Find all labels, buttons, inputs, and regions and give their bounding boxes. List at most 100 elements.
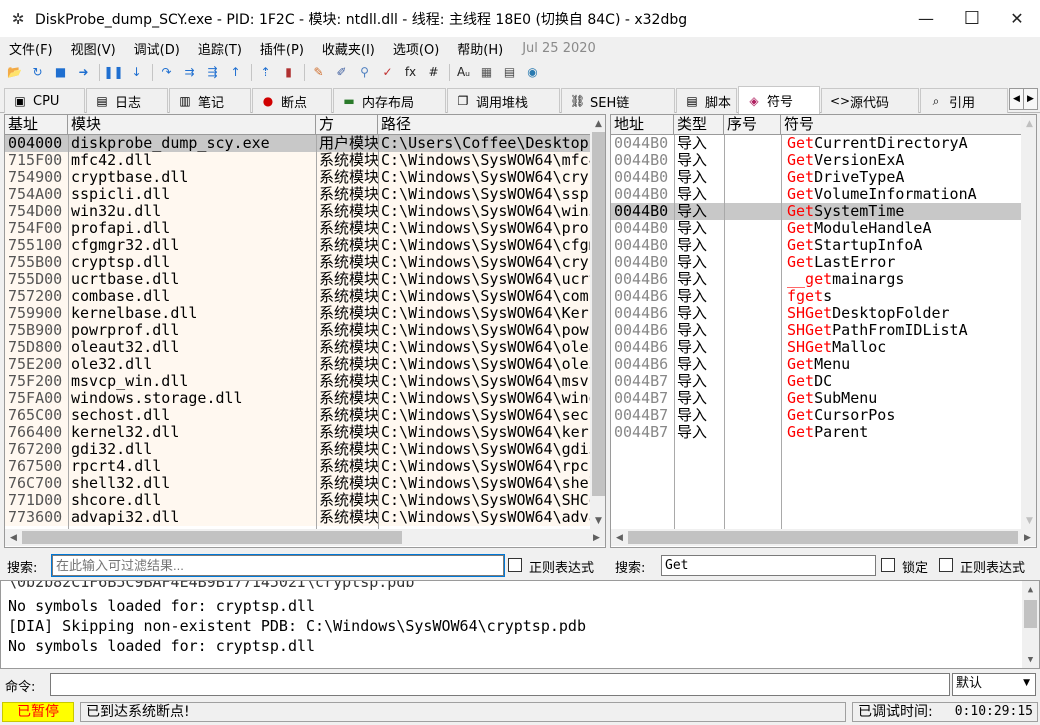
patch-icon[interactable]: ✎	[308, 62, 329, 82]
tab-log[interactable]: ▤ 日志	[86, 88, 168, 113]
close-button[interactable]: ✕	[994, 0, 1040, 37]
table-row[interactable]: 755100 cfgmgr32.dll 系统模块 C:\Windows\SysWOW6…	[5, 237, 590, 254]
table-row[interactable]: 754900 cryptbase.dll 系统模块 C:\Windows\SysWOW…	[5, 169, 590, 186]
table-row[interactable]: 0044B7 导入 GetSubMenu	[611, 390, 1021, 407]
menu-item-2[interactable]: 调试(D)	[125, 39, 189, 58]
column-header-ordinal[interactable]: 序号	[724, 115, 781, 135]
table-row[interactable]: 0044B6 导入 fgets	[611, 288, 1021, 305]
table-row[interactable]: 0044B0 导入 GetDriveTypeA	[611, 169, 1021, 186]
tab-notes[interactable]: ▥ 笔记	[169, 88, 251, 113]
symbol-search-input[interactable]: Get	[661, 555, 876, 576]
scylla-icon[interactable]: ▮	[278, 62, 299, 82]
table-row[interactable]: 0044B7 导入 GetDC	[611, 373, 1021, 390]
table-row[interactable]: 766400 kernel32.dll 系统模块 C:\Windows\SysWOW6…	[5, 424, 590, 441]
table-row[interactable]: 76C700 shell32.dll 系统模块 C:\Windows\SysWOW64…	[5, 475, 590, 492]
table-row[interactable]: 0044B6 导入 __getmainargs	[611, 271, 1021, 288]
table-row[interactable]: 0044B6 导入 SHGetDesktopFolder	[611, 305, 1021, 322]
step-over-icon[interactable]: ↷	[156, 62, 177, 82]
tab-references[interactable]: ⌕ 引用	[920, 88, 1008, 113]
symbols-vertical-scrollbar[interactable]: ▲ ▼	[1021, 115, 1036, 529]
symbol-regex-checkbox[interactable]	[939, 558, 953, 572]
table-row[interactable]: 75D800 oleaut32.dll 系统模块 C:\Windows\SysWOW6…	[5, 339, 590, 356]
font-icon[interactable]: Aᵤ	[453, 62, 474, 82]
scroll-up-icon[interactable]: ▲	[1022, 581, 1039, 598]
label-icon[interactable]: ⚲	[354, 62, 375, 82]
scroll-thumb[interactable]	[1024, 600, 1037, 628]
execute-till-return-icon[interactable]: ↑	[225, 62, 246, 82]
table-row[interactable]: 773600 advapi32.dll 系统模块 C:\Windows\SysWOW6…	[5, 509, 590, 526]
hash-icon[interactable]: #	[423, 62, 444, 82]
column-header-module[interactable]: 模块	[68, 115, 316, 135]
scroll-left-icon[interactable]: ◀	[5, 529, 22, 546]
table-row[interactable]: 0044B0 导入 GetStartupInfoA	[611, 237, 1021, 254]
tab-call-stack[interactable]: ❐ 调用堆栈	[447, 88, 560, 113]
module-regex-checkbox[interactable]	[508, 558, 522, 572]
log-vertical-scrollbar[interactable]: ▲ ▼	[1022, 581, 1039, 668]
scroll-down-icon[interactable]: ▼	[1021, 512, 1036, 529]
scroll-right-icon[interactable]: ▶	[1019, 529, 1036, 546]
restart-icon[interactable]: ↻	[27, 62, 48, 82]
column-header-address[interactable]: 地址	[611, 115, 674, 135]
table-row[interactable]: 0044B0 导入 GetCurrentDirectoryA	[611, 135, 1021, 152]
table-row[interactable]: 75B900 powrprof.dll 系统模块 C:\Windows\SysWOW6…	[5, 322, 590, 339]
tab-symbols[interactable]: ◈ 符号	[738, 86, 820, 114]
table-row[interactable]: 759900 kernelbase.dll 系统模块 C:\Windows\SysWO…	[5, 305, 590, 322]
table-row[interactable]: 767200 gdi32.dll 系统模块 C:\Windows\SysWOW64\g…	[5, 441, 590, 458]
log-view[interactable]: \0b2b82C1F6B5C9BAF4E4B9B17714502I\crypts…	[0, 580, 1040, 669]
pause-icon[interactable]: ❚❚	[103, 62, 124, 82]
stop-icon[interactable]: ■	[50, 62, 71, 82]
trace-into-icon[interactable]: ⇉	[179, 62, 200, 82]
table-row[interactable]: 767500 rpcrt4.dll 系统模块 C:\Windows\SysWOW64\…	[5, 458, 590, 475]
minimize-button[interactable]: —	[903, 0, 949, 37]
table-row[interactable]: 0044B0 导入 GetSystemTime	[611, 203, 1021, 220]
symbols-horizontal-scrollbar[interactable]: ◀ ▶	[611, 529, 1036, 546]
tab-cpu[interactable]: ▣ CPU	[4, 88, 85, 113]
table-row[interactable]: 0044B7 导入 GetCursorPos	[611, 407, 1021, 424]
tab-memory-map[interactable]: ▬ 内存布局	[333, 88, 446, 113]
menu-item-4[interactable]: 插件(P)	[251, 39, 313, 58]
table-row[interactable]: 765C00 sechost.dll 系统模块 C:\Windows\SysWOW64…	[5, 407, 590, 424]
module-search-input[interactable]	[51, 554, 505, 577]
menu-item-5[interactable]: 收藏夹(I)	[313, 39, 384, 58]
modules-vertical-scrollbar[interactable]: ▲ ▼	[590, 115, 605, 529]
table-row[interactable]: 754F00 profapi.dll 系统模块 C:\Windows\SysWOW64…	[5, 220, 590, 237]
column-header-type[interactable]: 类型	[674, 115, 724, 135]
scroll-down-icon[interactable]: ▼	[590, 512, 605, 529]
scroll-thumb[interactable]	[22, 531, 402, 544]
tab-scroll-left-icon[interactable]: ◀	[1009, 88, 1024, 110]
tab-script[interactable]: ▤ 脚本	[676, 88, 737, 113]
tab-source[interactable]: <> 源代码	[821, 88, 919, 113]
menu-item-3[interactable]: 追踪(T)	[189, 39, 251, 58]
scroll-thumb[interactable]	[628, 531, 1018, 544]
scroll-up-icon[interactable]: ▲	[590, 115, 605, 132]
column-header-symbol[interactable]: 符号	[781, 115, 1021, 135]
table-row[interactable]: 757200 combase.dll 系统模块 C:\Windows\SysWOW64…	[5, 288, 590, 305]
table-row[interactable]: 0044B0 导入 GetVersionExA	[611, 152, 1021, 169]
menu-item-0[interactable]: 文件(F)	[0, 39, 62, 58]
scroll-up-icon[interactable]: ▲	[1021, 115, 1036, 132]
bookmark-icon[interactable]: ✓	[377, 62, 398, 82]
trace-over-icon[interactable]: ⇶	[202, 62, 223, 82]
command-input[interactable]	[50, 673, 950, 696]
modules-horizontal-scrollbar[interactable]: ◀ ▶	[5, 529, 605, 546]
scroll-thumb[interactable]	[592, 132, 605, 496]
table-row[interactable]: 0044B0 导入 GetModuleHandleA	[611, 220, 1021, 237]
table-row[interactable]: 755D00 ucrtbase.dll 系统模块 C:\Windows\SysWOW6…	[5, 271, 590, 288]
table-row[interactable]: 0044B6 导入 SHGetMalloc	[611, 339, 1021, 356]
open-icon[interactable]: 📂	[4, 62, 25, 82]
tab-seh[interactable]: ⛓ SEH链	[561, 88, 675, 113]
tab-breakpoint[interactable]: ● 断点	[252, 88, 332, 113]
comment-icon[interactable]: ✐	[331, 62, 352, 82]
table-row[interactable]: 754D00 win32u.dll 系统模块 C:\Windows\SysWOW64\…	[5, 203, 590, 220]
function-icon[interactable]: fx	[400, 62, 421, 82]
globe-icon[interactable]: ◉	[522, 62, 543, 82]
table-row[interactable]: 755B00 cryptsp.dll 系统模块 C:\Windows\SysWOW64…	[5, 254, 590, 271]
scroll-down-icon[interactable]: ▼	[1022, 651, 1039, 668]
run-to-user-code-icon[interactable]: ⇡	[255, 62, 276, 82]
maximize-button[interactable]: ☐	[949, 0, 995, 37]
scroll-left-icon[interactable]: ◀	[611, 529, 628, 546]
table-row[interactable]: 75FA00 windows.storage.dll 系统模块 C:\Windows\…	[5, 390, 590, 407]
tab-scroll-right-icon[interactable]: ▶	[1023, 88, 1038, 110]
run-icon[interactable]: ➜	[73, 62, 94, 82]
column-header-path[interactable]: 路径	[378, 115, 590, 135]
